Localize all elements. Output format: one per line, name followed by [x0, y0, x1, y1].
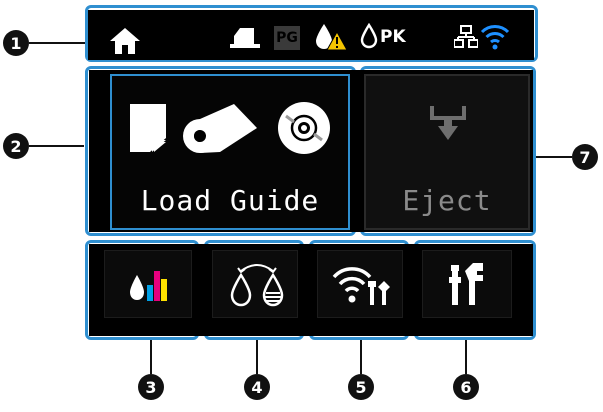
network-settings-button[interactable] — [317, 250, 403, 318]
eject-label: Eject — [402, 184, 492, 217]
pk-label: PK — [380, 27, 406, 47]
wifi-icon — [480, 25, 510, 50]
callout-3-line — [150, 340, 152, 374]
load-guide-label: Load Guide — [140, 184, 320, 217]
status-bar: PG PK — [88, 10, 534, 60]
callout-4-line — [256, 340, 258, 374]
network-settings-icon — [332, 267, 390, 305]
callout-5-line — [360, 340, 362, 374]
callout-1-line — [29, 42, 86, 44]
load-guide-button[interactable]: Load Guide — [110, 74, 350, 230]
network-icon — [454, 25, 478, 48]
callout-2-line — [29, 145, 84, 147]
black-ink-switch-icon — [230, 264, 284, 307]
roll-paper-icon — [183, 104, 257, 153]
callout-1: 1 — [3, 30, 29, 56]
black-ink-switch-button[interactable] — [212, 250, 298, 318]
paper-feed-icon — [230, 28, 260, 48]
home-icon[interactable] — [108, 26, 142, 56]
maintenance-icon — [449, 263, 483, 305]
callout-7: 7 — [572, 144, 598, 170]
callout-6-line — [465, 340, 467, 374]
ink-levels-icon — [130, 271, 167, 301]
cd-dvd-icon — [278, 102, 330, 154]
callout-3: 3 — [138, 374, 164, 400]
callout-2: 2 — [3, 133, 29, 159]
eject-arrow-icon — [430, 106, 466, 140]
callout-5: 5 — [348, 374, 374, 400]
callout-4: 4 — [244, 374, 270, 400]
callout-7-line — [536, 156, 572, 158]
photo-black-ink-icon — [360, 23, 378, 49]
callout-6: 6 — [453, 374, 479, 400]
cut-sheet-icon — [130, 104, 166, 152]
photo-glossy-icon: PG — [274, 26, 300, 50]
ink-warning-icon — [316, 24, 348, 51]
maintenance-button[interactable] — [422, 250, 512, 318]
ink-levels-button[interactable] — [104, 250, 192, 318]
eject-button[interactable]: Eject — [364, 74, 530, 230]
